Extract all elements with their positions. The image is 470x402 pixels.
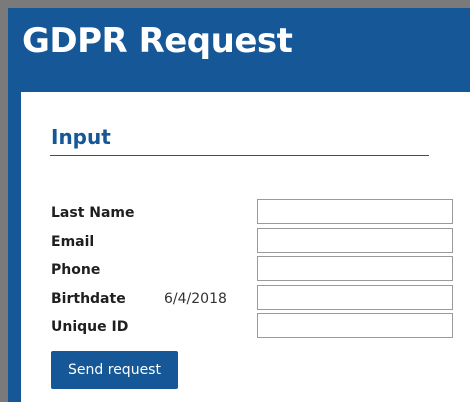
section-divider: [50, 155, 429, 156]
form-row-phone: Phone: [21, 256, 470, 284]
form-row-unique-id: Unique ID: [21, 313, 470, 341]
section-title: Input: [51, 125, 111, 149]
email-field[interactable]: [257, 228, 453, 253]
form-row-last-name: Last Name: [21, 199, 470, 227]
unique-id-label: Unique ID: [51, 319, 129, 335]
unique-id-field[interactable]: [257, 313, 453, 338]
birthdate-value: 6/4/2018: [164, 291, 227, 307]
app-title: GDPR Request: [22, 21, 293, 61]
last-name-field[interactable]: [257, 199, 453, 224]
email-label: Email: [51, 234, 95, 250]
form-panel: Input Last Name Email Phone Birthdate 6/…: [21, 92, 470, 402]
birthdate-label: Birthdate: [51, 291, 126, 307]
birthdate-field[interactable]: [257, 285, 453, 310]
phone-field[interactable]: [257, 256, 453, 281]
form-row-email: Email: [21, 228, 470, 256]
phone-label: Phone: [51, 262, 101, 278]
send-request-button[interactable]: Send request: [51, 351, 178, 389]
last-name-label: Last Name: [51, 205, 135, 221]
app-window: GDPR Request Input Last Name Email Phone…: [8, 8, 470, 402]
form-row-birthdate: Birthdate 6/4/2018: [21, 285, 470, 313]
